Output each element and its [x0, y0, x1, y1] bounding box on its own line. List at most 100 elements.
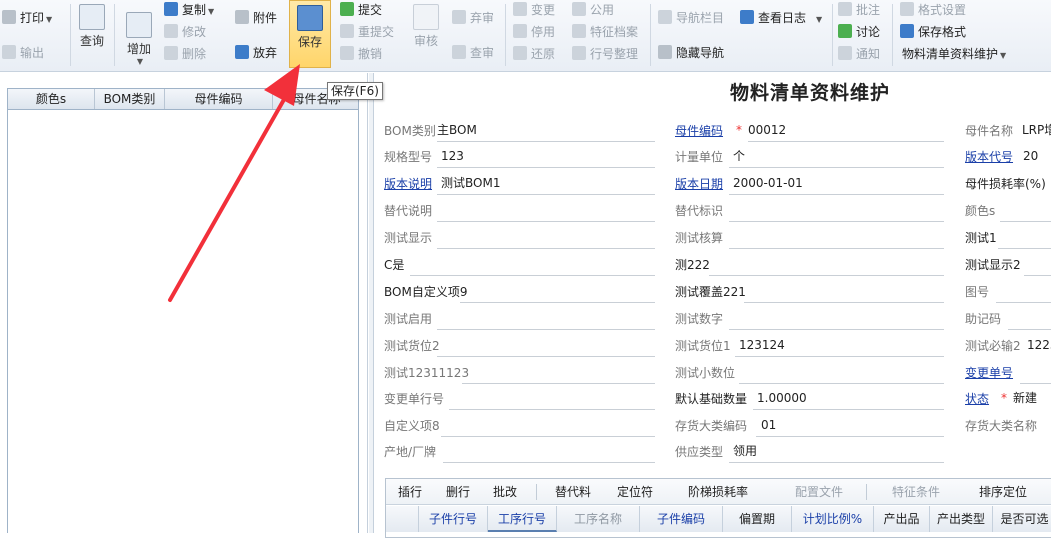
nav-bar-button[interactable]: 导航栏目 — [658, 8, 724, 28]
annotate-button[interactable]: 批注 — [838, 0, 880, 20]
value-unit[interactable]: 个 — [733, 147, 745, 165]
column-header-optional[interactable]: 是否可选 — [993, 506, 1051, 532]
value-version-desc[interactable]: 测试BOM1 — [441, 174, 500, 192]
color-field[interactable] — [1000, 221, 1051, 222]
test-display-field[interactable] — [437, 248, 655, 249]
c-is-field[interactable] — [410, 275, 655, 276]
submit-button[interactable]: 提交 — [340, 0, 382, 20]
batch-edit-button[interactable]: 批改 — [493, 483, 517, 501]
add-button[interactable]: 增加 ▼ — [120, 8, 158, 66]
origin-field[interactable] — [443, 462, 655, 463]
test12311123-field[interactable] — [462, 383, 655, 384]
test-loc2-field[interactable] — [437, 356, 655, 357]
locator-button[interactable]: 定位符 — [617, 483, 653, 501]
value-spec[interactable]: 123 — [441, 147, 464, 165]
custom8-field[interactable] — [441, 436, 655, 437]
panel-splitter[interactable] — [369, 73, 374, 533]
disable-button[interactable]: 停用 — [513, 22, 555, 42]
value-bom-type[interactable]: 主BOM — [437, 121, 477, 139]
value-supply-type[interactable]: 领用 — [733, 442, 757, 460]
public-button[interactable]: 公用 — [572, 0, 614, 20]
change-no-field[interactable] — [1020, 383, 1051, 384]
feature-condition-button[interactable]: 特征条件 — [892, 483, 940, 501]
restore-button[interactable]: 还原 — [513, 44, 555, 64]
value-status[interactable]: * 新建 — [1001, 389, 1037, 407]
drawing-no-field[interactable] — [996, 302, 1051, 303]
value-test-required2[interactable]: 1223 — [1027, 336, 1051, 354]
column-header-parent-code[interactable]: 母件编码 — [165, 89, 273, 109]
notify-button[interactable]: 通知 — [838, 44, 880, 64]
substitute-button[interactable]: 替代料 — [555, 483, 591, 501]
change-icon — [513, 2, 527, 16]
delete-button[interactable]: 删除 — [164, 44, 206, 64]
value-test-loc1[interactable]: 123124 — [739, 336, 785, 354]
value-inv-class-code[interactable]: 01 — [761, 416, 776, 434]
discard-button[interactable]: 放弃 — [235, 43, 277, 63]
value-version-date[interactable]: 2000-01-01 — [733, 174, 803, 192]
revoke-button[interactable]: 撤销 — [340, 44, 382, 64]
export-button[interactable]: 输出 — [2, 43, 44, 63]
column-header-process-row[interactable]: 工序行号 — [488, 506, 557, 532]
column-header-output[interactable]: 产出品 — [874, 506, 930, 532]
test-enable-field[interactable] — [437, 329, 655, 330]
attach-button[interactable]: 附件 — [235, 8, 277, 28]
change-row-field[interactable] — [449, 409, 655, 410]
column-header-child-row[interactable]: 子件行号 — [419, 506, 488, 532]
label-version-desc[interactable]: 版本说明 — [384, 175, 432, 193]
value-default-base-qty[interactable]: 1.00000 — [757, 389, 807, 407]
value-parent-name[interactable]: LRP增 — [1022, 121, 1051, 139]
modify-button[interactable]: 修改 — [164, 22, 206, 42]
column-header-child-code[interactable]: 子件编码 — [640, 506, 723, 532]
row-selector-header[interactable] — [386, 506, 419, 532]
label-test-display2: 测试显示2 — [965, 258, 1021, 272]
test-cover-field[interactable] — [744, 302, 944, 303]
form-selector-dropdown[interactable]: 物料清单资料维护 ▼ — [902, 44, 1006, 64]
feature-file-button[interactable]: 特征档案 — [572, 22, 638, 42]
value-parent-code[interactable]: * 00012 — [736, 121, 786, 139]
value-version-code[interactable]: 20 — [1023, 147, 1038, 165]
step-loss-button[interactable]: 阶梯损耗率 — [688, 483, 748, 501]
row-arrange-button[interactable]: 行号整理 — [572, 44, 638, 64]
print-button[interactable]: 打印 ▼ — [2, 8, 52, 28]
format-setting-button[interactable]: 格式设置 — [900, 0, 966, 20]
replace-flag-field[interactable] — [729, 221, 944, 222]
query-button[interactable]: 查询 — [74, 0, 110, 49]
test222-field[interactable] — [709, 275, 944, 276]
test1-field[interactable] — [998, 248, 1051, 249]
copy-button[interactable]: 复制 ▼ — [164, 0, 214, 20]
test-display2-field[interactable] — [1024, 275, 1051, 276]
label-version-date[interactable]: 版本日期 — [675, 175, 723, 193]
label-drawing-no: 图号 — [965, 285, 990, 299]
bom-custom9-field[interactable] — [460, 302, 655, 303]
label-version-code[interactable]: 版本代号 — [965, 148, 1013, 166]
abandon-audit-button[interactable]: 弃审 — [452, 8, 494, 28]
label-change-no[interactable]: 变更单号 — [965, 364, 1013, 382]
save-format-button[interactable]: 保存格式 — [900, 22, 966, 42]
sort-locate-button[interactable]: 排序定位 — [979, 483, 1027, 501]
save-button[interactable]: 保存 — [289, 0, 331, 68]
label-status[interactable]: 状态 — [965, 390, 989, 408]
column-header-process-name[interactable]: 工序名称 — [557, 506, 640, 532]
mnemonic-field[interactable] — [1008, 329, 1051, 330]
column-header-bom-type[interactable]: BOM类别 — [95, 89, 165, 109]
delete-row-button[interactable]: 删行 — [446, 483, 470, 501]
column-header-plan-ratio[interactable]: 计划比例% — [792, 506, 874, 532]
test-decimal-field[interactable] — [739, 383, 944, 384]
check-audit-button[interactable]: 查审 — [452, 43, 494, 63]
column-header-output-type[interactable]: 产出类型 — [930, 506, 993, 532]
resubmit-button[interactable]: 重提交 — [340, 22, 394, 42]
test-check-field[interactable] — [729, 248, 944, 249]
nav-bar-icon — [658, 10, 672, 24]
column-header-color[interactable]: 颜色s — [8, 89, 95, 109]
discuss-button[interactable]: 讨论 — [838, 22, 880, 42]
test-number-field[interactable] — [729, 329, 944, 330]
audit-button[interactable]: 审核 — [406, 0, 446, 49]
replace-desc-field[interactable] — [437, 221, 655, 222]
label-parent-code[interactable]: 母件编码 — [675, 122, 723, 140]
column-header-offset-period[interactable]: 偏置期 — [723, 506, 792, 532]
insert-row-button[interactable]: 插行 — [398, 483, 422, 501]
config-file-button[interactable]: 配置文件 — [795, 483, 843, 501]
hide-nav-button[interactable]: 隐藏导航 — [658, 43, 724, 63]
change-button[interactable]: 变更 — [513, 0, 555, 20]
view-log-button[interactable]: 查看日志 ▼ — [740, 8, 822, 28]
